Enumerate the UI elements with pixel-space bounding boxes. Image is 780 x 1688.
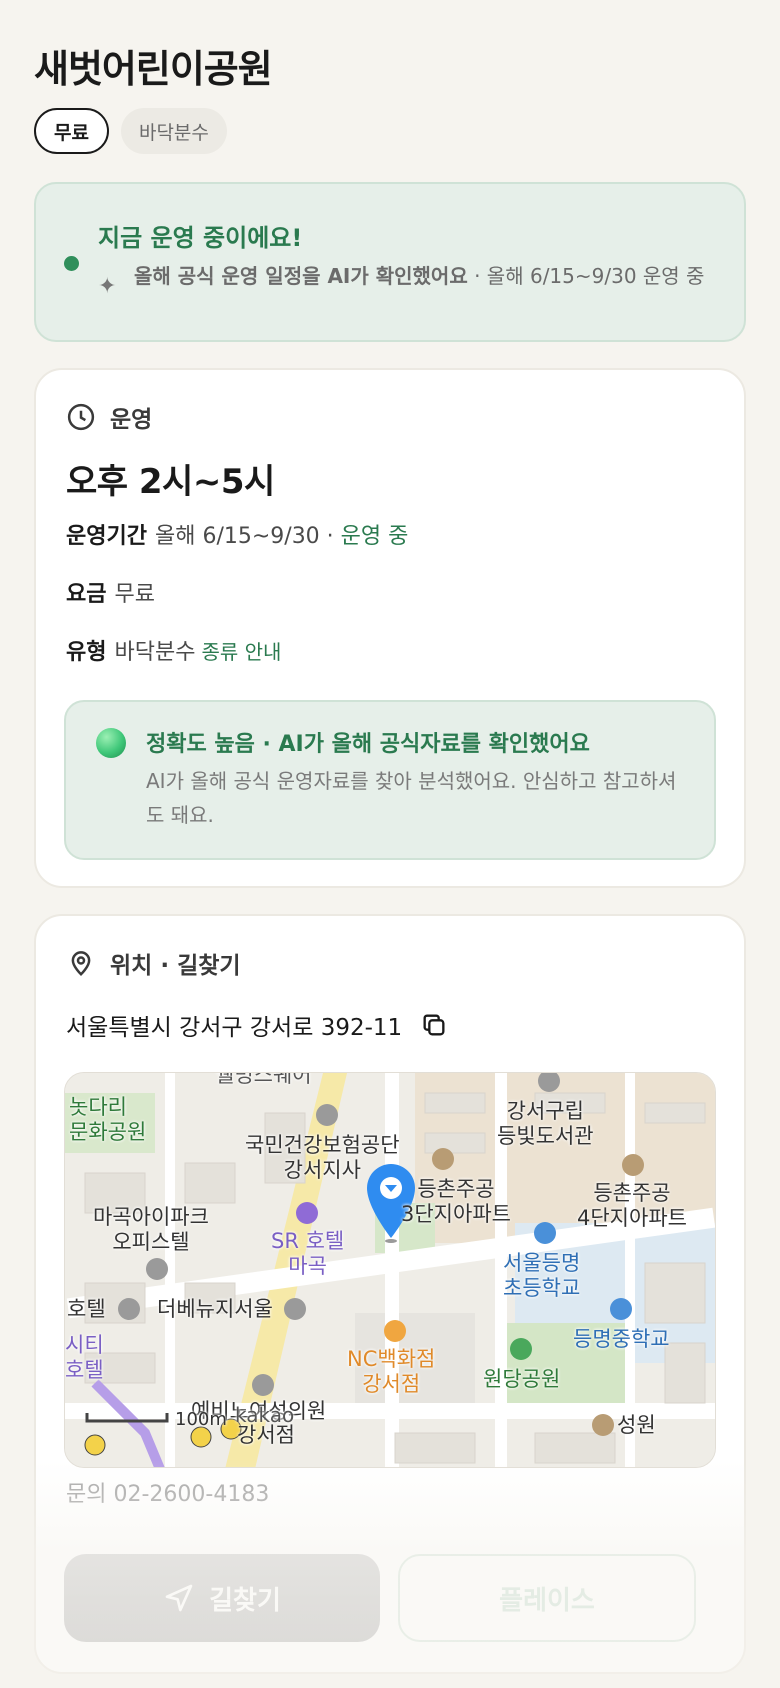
map-label-seongwon: 성원 (617, 1413, 656, 1437)
operation-section-header: 운영 (66, 400, 152, 434)
location-section-header: 위치 · 길찾기 (66, 946, 241, 980)
status-sub-bold: 올해 공식 운영 일정을 AI가 확인했어요 (134, 264, 468, 288)
fee-value: 무료 (114, 582, 155, 607)
map-brand: kakao (235, 1403, 295, 1427)
page-title: 새벗어린이공원 (34, 47, 273, 91)
fee-key: 요금 (66, 582, 107, 607)
status-subtext: 올해 공식 운영 일정을 AI가 확인했어요 · 올해 6/15~9/30 운영… (134, 262, 724, 290)
period-value: 올해 6/15~9/30 · (154, 524, 341, 549)
type-guide-link[interactable]: 종류 안내 (201, 640, 281, 664)
map-label-park2: 원당공원 (483, 1367, 561, 1391)
accuracy-headline: 정확도 높음 · AI가 올해 공식자료를 확인했어요 (146, 732, 590, 757)
map-label-city-hotel: 시티 호텔 (65, 1333, 104, 1382)
address-text: 서울특별시 강서구 강서로 392-11 (66, 1015, 403, 1041)
map-label-top: 웰빙스퀘어 (215, 1072, 312, 1087)
period-key: 운영기간 (66, 524, 147, 549)
fee-row: 요금 무료 (66, 576, 155, 608)
place-button-label: 플레이스 (499, 1585, 595, 1616)
ai-orb-icon (96, 728, 126, 758)
location-section-label: 위치 · 길찾기 (110, 953, 241, 979)
map-label-nc: NC백화점 강서점 (347, 1347, 436, 1396)
map-label-park1: 놋다리 문화공원 (69, 1095, 147, 1144)
route-button[interactable]: 길찾기 (64, 1554, 380, 1642)
route-button-label: 길찾기 (209, 1585, 281, 1616)
status-headline: 지금 운영 중이에요! (98, 224, 303, 252)
map-label-apt3: 등촌주공 3단지아파트 (401, 1177, 511, 1226)
location-pin-icon (71, 951, 91, 976)
copy-icon[interactable] (420, 1011, 448, 1039)
type-key: 유형 (66, 640, 107, 665)
status-banner: 지금 운영 중이에요! ✦ 올해 공식 운영 일정을 AI가 확인했어요 · 올… (34, 182, 746, 342)
status-sub-rest: · 올해 6/15~9/30 운영 중 (467, 264, 705, 288)
chip-free[interactable]: 무료 (34, 108, 109, 154)
clock-icon (67, 403, 95, 431)
period-row: 운영기간 올해 6/15~9/30 · 운영 중 (66, 518, 408, 550)
accuracy-body: AI가 올해 공식 운영자료를 찾아 분석했어요. 안심하고 참고하셔도 돼요. (146, 769, 677, 827)
type-row: 유형 바닥분수 종류 안내 (66, 634, 281, 666)
accuracy-box: 정확도 높음 · AI가 올해 공식자료를 확인했어요 AI가 올해 공식 운영… (64, 700, 716, 860)
map-label-school2: 등명중학교 (573, 1327, 670, 1351)
map-label-magok: 마곡아이파크 오피스텔 (93, 1205, 209, 1254)
tag-chips: 무료 바닥분수 (34, 108, 227, 154)
operation-card: 운영 오후 2시~5시 운영기간 올해 6/15~9/30 · 운영 중 요금 무료… (34, 368, 746, 888)
period-status: 운영 중 (340, 524, 409, 549)
page: 새벗어린이공원 무료 바닥분수 지금 운영 중이에요! ✦ 올해 공식 운영 일… (0, 0, 780, 1688)
map-label-nhis: 국민건강보험공단 강서지사 (245, 1133, 400, 1182)
operating-hours: 오후 2시~5시 (66, 462, 275, 502)
live-dot-icon (64, 256, 79, 271)
chip-floor-fountain[interactable]: 바닥분수 (120, 108, 227, 154)
sparkle-icon: ✦ (98, 274, 117, 299)
map-label-school1: 서울등명 초등학교 (503, 1251, 581, 1300)
map-scale: 100m (175, 1409, 227, 1430)
map-label-hotel: 호텔 (67, 1297, 106, 1321)
navigation-arrow-icon (165, 1584, 193, 1612)
type-value: 바닥분수 (114, 640, 196, 665)
address-row: 서울특별시 강서구 강서로 392-11 (66, 1008, 448, 1042)
map-label-theview: 더베뉴지서울 (157, 1297, 273, 1321)
map-label-apt4: 등촌주공 4단지아파트 (577, 1181, 687, 1230)
map-view[interactable]: 웰빙스퀘어 놋다리 문화공원 국민건강보험공단 강서지사 강서구립 등빛도서관 등촌주… (64, 1072, 716, 1468)
operation-section-label: 운영 (110, 407, 153, 433)
map-label-sr-hotel: SR 호텔 마곡 (271, 1229, 345, 1278)
map-label-library: 강서구립 등빛도서관 (497, 1099, 594, 1148)
inquiry-phone[interactable]: 문의 02-2600-4183 (66, 1476, 269, 1508)
location-card: 위치 · 길찾기 서울특별시 강서구 강서로 392-11 웰빙스퀘어 놋다리 … (34, 914, 746, 1674)
place-button[interactable]: 플레이스 (398, 1554, 696, 1642)
